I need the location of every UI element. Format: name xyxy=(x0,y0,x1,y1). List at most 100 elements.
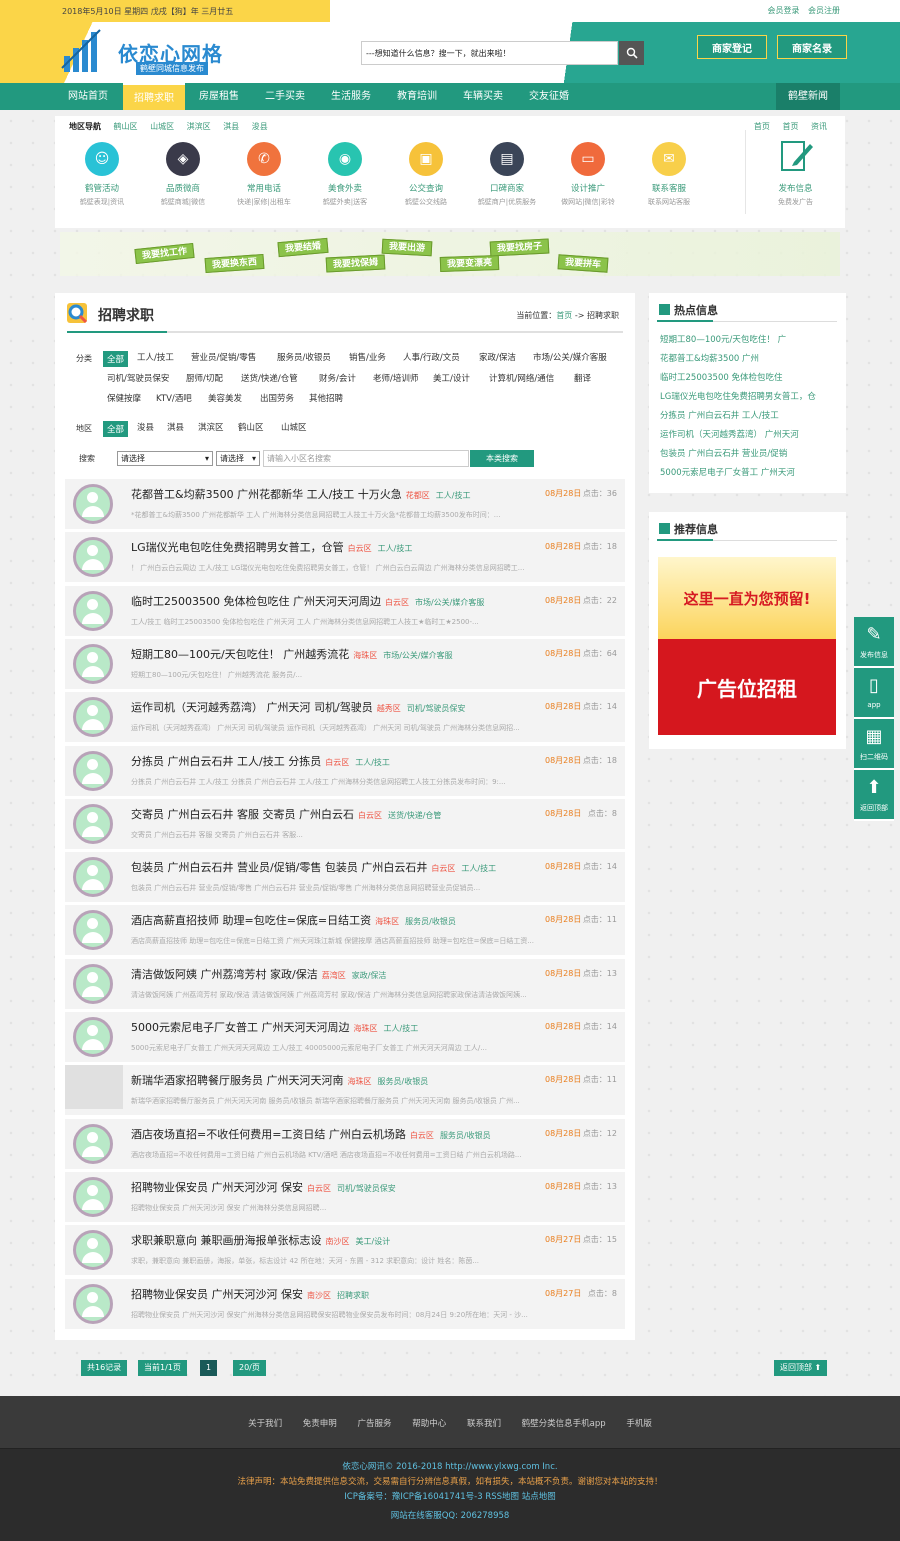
footer-link[interactable]: 广告服务 xyxy=(358,1419,392,1429)
listing-title[interactable]: 分拣员 广州白云石井 工人/技工 分拣员 xyxy=(131,755,321,768)
category-filter-option[interactable]: 美工/设计 xyxy=(433,372,470,384)
category-tile[interactable]: ▭ 设计推广 做网站|微信|彩铃 xyxy=(553,142,623,207)
category-filter-option[interactable]: 送货/快递/仓管 xyxy=(241,372,298,384)
listing-category[interactable]: 工人/技工 xyxy=(461,864,496,873)
listing-row[interactable]: 分拣员 广州白云石井 工人/技工 分拣员 白云区 工人/技工 08月28日 点击：18 分… xyxy=(65,745,625,796)
listing-area[interactable]: 白云区 xyxy=(385,598,409,607)
category-tile[interactable]: ▤ 口碑商家 鹤壁商户|优质服务 xyxy=(472,142,542,207)
listing-title[interactable]: 清洁做饭阿姨 广州荔湾芳村 家政/保洁 xyxy=(131,968,318,981)
listing-area[interactable]: 白云区 xyxy=(348,544,372,553)
nav-vehicles[interactable]: 车辆买卖 xyxy=(452,83,514,110)
nav-secondhand[interactable]: 二手买卖 xyxy=(254,83,316,110)
search-input[interactable] xyxy=(362,42,617,64)
listing-row[interactable]: 清洁做饭阿姨 广州荔湾芳村 家政/保洁 荔湾区 家政/保洁 08月28日 点击：13 清洁… xyxy=(65,958,625,1009)
listing-row[interactable]: 5000元索尼电子厂女普工 广州天河天河周边 海珠区 工人/技工 08月28日 点击：1… xyxy=(65,1012,625,1062)
category-filter-option[interactable]: 其他招聘 xyxy=(309,392,343,404)
listing-title[interactable]: 短期工80—100元/天包吃住！ 广州越秀流花 xyxy=(131,648,349,661)
listing-category[interactable]: 工人/技工 xyxy=(384,1024,419,1033)
listing-area[interactable]: 花都区 xyxy=(406,491,430,500)
login-link[interactable]: 会员登录 xyxy=(767,6,799,15)
listing-title[interactable]: LG瑞仪光电包吃住免费招聘男女普工，仓管 xyxy=(131,541,344,554)
listing-row[interactable]: 运作司机（天河越秀荔湾） 广州天河 司机/驾驶员 越秀区 司机/驾驶员保安 08月28… xyxy=(65,692,625,743)
nav-housing[interactable]: 房屋租售 xyxy=(188,83,250,110)
listing-area[interactable]: 南沙区 xyxy=(326,1237,350,1246)
category-search-button[interactable]: 本类搜索 xyxy=(470,450,534,467)
merchant-list-button[interactable]: 商家名录 xyxy=(777,35,847,59)
pagination-current[interactable]: 1 xyxy=(200,1360,218,1376)
listing-row[interactable]: 包装员 广州白云石井 营业员/促销/零售 包装员 广州白云石井 白云区 工人/技工 0… xyxy=(65,852,625,903)
nav-news[interactable]: 鹤壁新闻 xyxy=(776,83,840,110)
back-to-top-button[interactable]: 返回顶部 ⬆ xyxy=(774,1360,828,1376)
float-qr-button[interactable]: ▦ 扫二维码 xyxy=(854,719,894,770)
category-filter-option[interactable]: 美容美发 xyxy=(208,392,242,404)
filter-select-2[interactable]: 请选择 ▾ xyxy=(216,451,260,466)
area-filter-option[interactable]: 山城区 xyxy=(281,421,307,433)
listing-row[interactable]: 临时工25003500 免体检包吃住 广州天河天河周边 白云区 市场/公关/媒介客服… xyxy=(65,585,625,636)
footer-link[interactable]: 关于我们 xyxy=(248,1419,282,1429)
listing-category[interactable]: 工人/技工 xyxy=(378,544,413,553)
category-filter-option[interactable]: 销售/业务 xyxy=(349,351,386,363)
listing-category[interactable]: 服务员/收银员 xyxy=(440,1131,491,1140)
keyword-input[interactable]: 请输入小区名搜索 xyxy=(263,450,469,467)
listing-area[interactable]: 海珠区 xyxy=(353,651,377,660)
listing-row[interactable]: 招聘物业保安员 广州天河沙河 保安 南沙区 招聘求职 08月27日 点击：8 招聘物业保安… xyxy=(65,1278,625,1329)
nav-jobs[interactable]: 招聘求职 xyxy=(123,83,185,110)
listing-category[interactable]: 服务员/收银员 xyxy=(405,917,456,926)
nav-life-services[interactable]: 生活服务 xyxy=(320,83,382,110)
listing-area[interactable]: 南沙区 xyxy=(307,1291,331,1300)
search-button[interactable] xyxy=(619,41,644,65)
listing-area[interactable]: 白云区 xyxy=(431,864,455,873)
listing-row[interactable]: 酒店高薪直招技师 助理=包吃住=保底=日结工资 海珠区 服务员/收银员 08月28日点… xyxy=(65,905,625,956)
category-filter-option[interactable]: 老师/培训师 xyxy=(373,372,418,384)
hot-info-item[interactable]: 包装员 广州白云石井 营业员/促销 xyxy=(660,447,787,459)
hot-info-item[interactable]: 分拣员 广州白云石井 工人/技工 xyxy=(660,409,779,421)
listing-title[interactable]: 5000元索尼电子厂女普工 广州天河天河周边 xyxy=(131,1021,350,1034)
area-filter-option[interactable]: 鹤山区 xyxy=(238,421,264,433)
merchant-register-button[interactable]: 商家登记 xyxy=(697,35,767,59)
category-filter-option[interactable]: 工人/技工 xyxy=(137,351,174,363)
listing-area[interactable]: 海珠区 xyxy=(354,1024,378,1033)
hot-info-item[interactable]: 短期工80—100元/天包吃住！ 广 xyxy=(660,333,786,345)
listing-area[interactable]: 海珠区 xyxy=(375,917,399,926)
category-filter-option[interactable]: 服务员/收银员 xyxy=(277,351,331,363)
listing-title[interactable]: 招聘物业保安员 广州天河沙河 保安 xyxy=(131,1181,303,1194)
category-filter-option[interactable]: 市场/公关/媒介客服 xyxy=(533,351,607,363)
listing-category[interactable]: 司机/驾驶员保安 xyxy=(337,1184,396,1193)
listing-title[interactable]: 运作司机（天河越秀荔湾） 广州天河 司机/驾驶员 xyxy=(131,701,373,714)
footer-icp[interactable]: ICP备案号：豫ICP备16041741号-3 RSS地图 站点地图 xyxy=(0,1490,900,1505)
listing-row[interactable]: 招聘物业保安员 广州天河沙河 保安 白云区 司机/驾驶员保安 08月28日 点击：13 招… xyxy=(65,1171,625,1222)
nav-education[interactable]: 教育培训 xyxy=(386,83,448,110)
listing-title[interactable]: 酒店夜场直招=不收任何费用=工资日结 广州白云机场路 xyxy=(131,1128,406,1141)
region-item[interactable]: 山城区 xyxy=(150,122,174,131)
category-filter-option[interactable]: 计算机/网络/通信 xyxy=(489,372,554,384)
listing-title[interactable]: 求职兼职意向 兼职画册海报单张标志设 xyxy=(131,1234,322,1247)
footer-link[interactable]: 鹤壁分类信息手机app xyxy=(522,1419,606,1429)
category-tile[interactable]: ◈ 品质微商 鹤壁商城|微信 xyxy=(148,142,218,207)
listing-category[interactable]: 美工/设计 xyxy=(356,1237,391,1246)
category-filter-option[interactable]: KTV/酒吧 xyxy=(156,392,192,404)
listing-area[interactable]: 白云区 xyxy=(358,811,382,820)
hot-info-item[interactable]: 临时工25003500 免体检包吃住 xyxy=(660,371,782,383)
listing-category[interactable]: 家政/保洁 xyxy=(352,971,387,980)
listing-title[interactable]: 酒店高薪直招技师 助理=包吃住=保底=日结工资 xyxy=(131,914,371,927)
post-info-tile[interactable]: 发布信息 免费发广告 xyxy=(745,130,845,214)
region-item[interactable]: 淇县 xyxy=(223,122,239,131)
area-filter-option[interactable]: 淇滨区 xyxy=(198,421,224,433)
hot-info-item[interactable]: 运作司机（天河越秀荔湾） 广州天河 xyxy=(660,428,799,440)
listing-area[interactable]: 海珠区 xyxy=(348,1077,372,1086)
listing-title[interactable]: 包装员 广州白云石井 营业员/促销/零售 包装员 广州白云石井 xyxy=(131,861,427,874)
register-link[interactable]: 会员注册 xyxy=(808,6,840,15)
listing-title[interactable]: 招聘物业保安员 广州天河沙河 保安 xyxy=(131,1288,303,1301)
float-post-button[interactable]: ✎ 发布信息 xyxy=(854,617,894,668)
breadcrumb-home[interactable]: 首页 xyxy=(556,311,572,320)
listing-row[interactable]: 酒店夜场直招=不收任何费用=工资日结 广州白云机场路 白云区 服务员/收银员 08月2… xyxy=(65,1118,625,1169)
listing-area[interactable]: 荔湾区 xyxy=(322,971,346,980)
logo-icon[interactable] xyxy=(60,28,104,76)
listing-area[interactable]: 白云区 xyxy=(307,1184,331,1193)
category-tile[interactable]: ✉ 联系客服 联系网站客服 xyxy=(634,142,704,207)
listing-category[interactable]: 市场/公关/媒介客服 xyxy=(383,651,452,660)
listing-row[interactable]: 新瑞华酒家招聘餐厅服务员 广州天河天河南 海珠区 服务员/收银员 08月28日 点击：1… xyxy=(65,1065,625,1116)
hot-info-item[interactable]: 花都普工&均薪3500 广州 xyxy=(660,352,759,364)
listing-title[interactable]: 花都普工&均薪3500 广州花都新华 工人/技工 十万火急 xyxy=(131,488,402,501)
listing-row[interactable]: 短期工80—100元/天包吃住！ 广州越秀流花 海珠区 市场/公关/媒介客服 08月2… xyxy=(65,638,625,689)
